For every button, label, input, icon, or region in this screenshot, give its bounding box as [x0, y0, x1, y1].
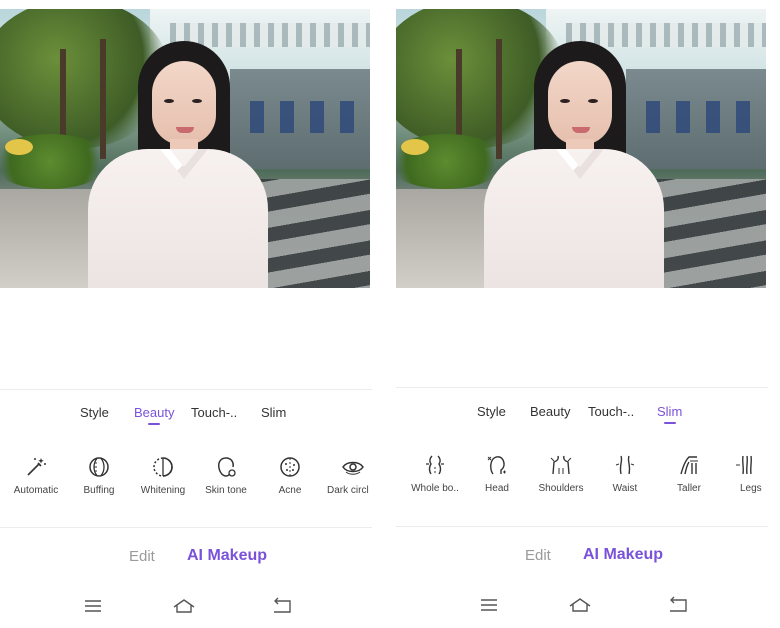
tab-touch-up[interactable]: Touch-..	[588, 404, 634, 419]
tab-ai-makeup[interactable]: AI Makeup	[583, 546, 663, 564]
beauty-screen: Style Beauty Touch-.. Slim Automatic Buf…	[0, 0, 372, 628]
active-tab-indicator	[663, 422, 676, 424]
tab-style[interactable]: Style	[477, 404, 506, 419]
eye-icon	[342, 461, 364, 475]
tool-acne[interactable]: Acne	[259, 455, 321, 505]
menu-icon[interactable]	[81, 596, 105, 616]
tab-beauty[interactable]: Beauty	[134, 405, 174, 425]
tab-edit[interactable]: Edit	[525, 547, 551, 564]
menu-icon[interactable]	[477, 595, 501, 615]
acne-icon	[280, 457, 300, 477]
tool-dark-circles[interactable]: Dark circl	[322, 455, 372, 505]
sub-tab-bar: Style Beauty Touch-.. Slim	[0, 405, 372, 435]
tool-automatic[interactable]: Automatic	[5, 455, 67, 505]
back-icon[interactable]	[666, 595, 690, 615]
active-tab-indicator	[148, 423, 161, 425]
tool-legs[interactable]: Legs	[732, 453, 768, 503]
tool-buffing[interactable]: Buffing	[68, 455, 130, 505]
sub-tab-bar: Style Beauty Touch-.. Slim	[396, 404, 768, 434]
tab-edit[interactable]: Edit	[129, 548, 155, 565]
waist-icon	[615, 455, 635, 475]
head-icon	[487, 456, 506, 475]
tab-beauty[interactable]: Beauty	[530, 404, 570, 419]
whitening-icon	[153, 457, 173, 477]
buffing-icon	[89, 457, 109, 477]
skin-tone-icon	[218, 457, 236, 477]
tool-taller[interactable]: Taller	[658, 453, 720, 503]
tab-slim[interactable]: Slim	[261, 405, 286, 420]
tool-skin-tone[interactable]: Skin tone	[195, 455, 257, 505]
portrait-photo	[0, 9, 370, 288]
tool-shoulders[interactable]: Shoulders	[530, 453, 592, 503]
shoulders-icon	[550, 455, 572, 475]
divider	[0, 527, 372, 528]
tab-ai-makeup[interactable]: AI Makeup	[187, 547, 267, 565]
tool-head[interactable]: Head	[466, 453, 528, 503]
tab-touch-up[interactable]: Touch-..	[191, 405, 237, 420]
whole-body-icon	[426, 455, 444, 475]
tab-slim[interactable]: Slim	[657, 404, 682, 424]
home-icon[interactable]	[172, 596, 196, 616]
tool-whole-body[interactable]: Whole bo..	[404, 453, 466, 503]
tool-waist[interactable]: Waist	[594, 453, 656, 503]
divider	[0, 389, 372, 390]
divider	[396, 526, 768, 527]
taller-icon	[680, 456, 698, 475]
divider	[396, 387, 768, 388]
tool-whitening[interactable]: Whitening	[132, 455, 194, 505]
slim-screen: Style Beauty Touch-.. Slim Whole bo.. He…	[396, 0, 768, 628]
legs-icon	[736, 455, 752, 475]
tab-style[interactable]: Style	[80, 405, 109, 420]
back-icon[interactable]	[270, 596, 294, 616]
home-icon[interactable]	[568, 595, 592, 615]
magic-wand-icon	[27, 458, 46, 476]
portrait-photo	[396, 9, 766, 288]
